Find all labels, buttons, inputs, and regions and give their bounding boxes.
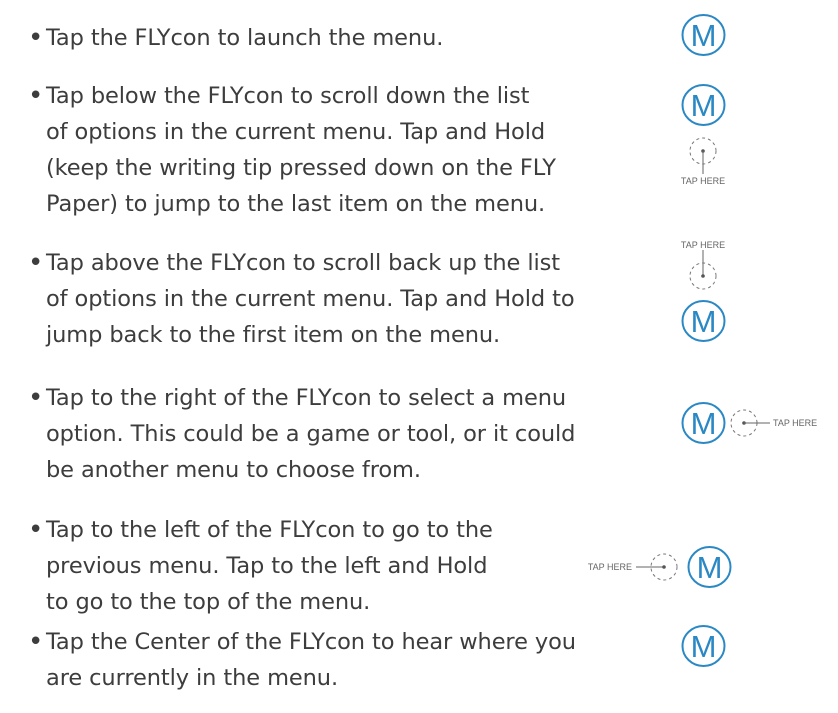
tap-right-marker-icon: TAP HERE (730, 409, 817, 437)
svg-text:M: M (691, 406, 717, 441)
instruction-line: Tap to the right of the FLYcon to select… (46, 385, 567, 411)
instruction-line: Tap the FLYcon to launch the menu. (46, 25, 444, 51)
instruction-line: (keep the writing tip pressed down on th… (46, 155, 556, 181)
svg-text:M: M (697, 550, 723, 585)
instruction-line: of options in the current menu. Tap and … (46, 119, 546, 145)
instruction-line: Tap to the left of the FLYcon to go to t… (46, 517, 493, 543)
svg-text:TAP HERE: TAP HERE (588, 562, 632, 572)
instruction-text: Tap below the FLYcon to scroll down the … (46, 78, 556, 222)
instruction-line: jump back to the first item on the menu. (46, 322, 501, 348)
bullet: • (28, 248, 44, 278)
flycon-icon: M (681, 14, 726, 56)
tap-left-marker-icon: TAP HERE (588, 553, 678, 581)
instruction-line: previous menu. Tap to the left and Hold (46, 553, 488, 579)
bullet: • (28, 383, 44, 413)
instruction-line: are currently in the menu. (46, 665, 338, 691)
flycon-icon: M (681, 402, 726, 444)
instruction-text: Tap the FLYcon to launch the menu. (46, 20, 443, 56)
instruction-text: Tap the Center of the FLYcon to hear whe… (46, 624, 576, 696)
bullet: • (28, 515, 44, 545)
bullet: • (28, 23, 44, 53)
instruction-text: Tap above the FLYcon to scroll back up t… (46, 245, 575, 353)
instruction-line: Tap the Center of the FLYcon to hear whe… (46, 629, 576, 655)
instruction-line: be another menu to choose from. (46, 457, 421, 483)
svg-text:TAP HERE: TAP HERE (681, 176, 725, 186)
instruction-line: Paper) to jump to the last item on the m… (46, 191, 546, 217)
instruction-text: Tap to the right of the FLYcon to select… (46, 380, 575, 488)
instruction-line: option. This could be a game or tool, or… (46, 421, 576, 447)
instruction-line: to go to the top of the menu. (46, 589, 371, 615)
instruction-line: Tap below the FLYcon to scroll down the … (46, 83, 530, 109)
flycon-icon: M (681, 300, 726, 342)
svg-text:M: M (691, 304, 717, 339)
flycon-icon: M (681, 84, 726, 126)
tap-below-marker-icon: TAP HERE (681, 137, 725, 186)
instruction-text: Tap to the left of the FLYcon to go to t… (46, 512, 493, 620)
svg-text:M: M (691, 18, 717, 53)
bullet: • (28, 627, 44, 657)
flycon-icon: M (687, 546, 732, 588)
instruction-line: Tap above the FLYcon to scroll back up t… (46, 250, 560, 276)
svg-text:TAP HERE: TAP HERE (681, 240, 725, 250)
bullet: • (28, 81, 44, 111)
svg-text:TAP HERE: TAP HERE (773, 418, 817, 428)
tap-above-marker-icon: TAP HERE (681, 240, 725, 290)
flycon-icon: M (681, 625, 726, 667)
svg-text:M: M (691, 88, 717, 123)
svg-text:M: M (691, 629, 717, 664)
instruction-line: of options in the current menu. Tap and … (46, 286, 575, 312)
